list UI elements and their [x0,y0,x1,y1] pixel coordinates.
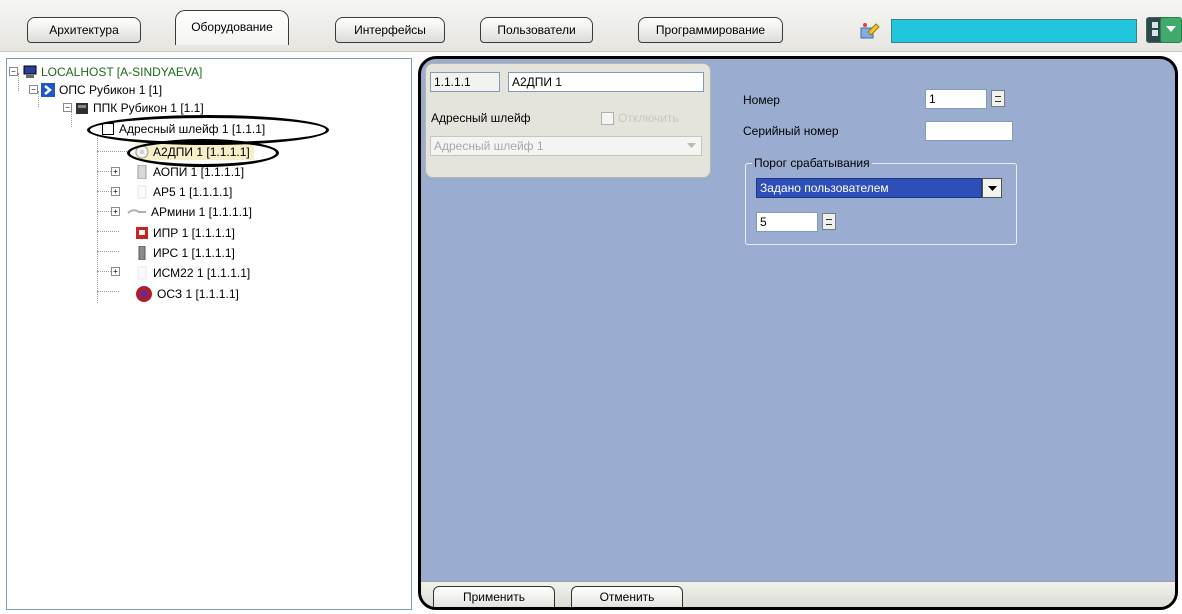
hardware-tree: − − − + + + + LOCALHOST [A-SINDYAEVA] ОП… [6,58,412,610]
threshold-group: Порог срабатывания Задано пользователем … [745,156,1017,245]
rubikon-icon [41,82,55,97]
number-field[interactable]: 1 [925,89,987,109]
action-bar: Применить Отменить [421,581,1175,607]
collapse-toggle-ops[interactable]: − [29,85,38,94]
expand-toggle-ism22[interactable]: + [111,267,120,276]
tree-item-localhost[interactable]: LOCALHOST [A-SINDYAEVA] [23,63,202,80]
tree-item-label: ИПР 1 [1.1.1.1] [153,225,235,240]
dropdown-button[interactable] [1160,17,1182,43]
disable-checkbox[interactable] [601,112,614,125]
device-icon [127,205,147,219]
device-icon [135,266,149,280]
computer-icon [23,65,37,79]
apply-button[interactable]: Применить [433,586,555,607]
tree-item-ism22[interactable]: ИСМ22 1 [1.1.1.1] [135,264,250,281]
tree-item-label: ОПС Рубикон 1 [1] [59,82,163,97]
number-label: Номер [743,93,780,107]
tree-item-ppk[interactable]: ППК Рубикон 1 [1.1] [75,99,204,116]
collapse-toggle-root[interactable]: − [9,67,18,76]
tree-item-label: АРмини 1 [1.1.1.1] [151,204,252,219]
threshold-mode-select[interactable]: Задано пользователем [756,178,982,198]
tab-interfaces[interactable]: Интерфейсы [335,17,445,43]
expand-toggle-armini[interactable]: + [111,207,120,216]
threshold-spinner[interactable] [822,213,836,230]
number-spinner[interactable] [991,90,1005,107]
device-icon [135,185,149,199]
device-icon [135,245,149,260]
serial-label: Серийный номер [743,124,839,138]
device-icon [135,164,149,179]
expand-toggle-ar5[interactable]: + [111,187,120,196]
chevron-down-icon [1165,23,1177,37]
siren-icon [135,285,153,303]
tree-item-osz[interactable]: ОСЗ 1 [1.1.1.1] [135,285,239,302]
search-input[interactable] [891,19,1137,43]
tree-item-ar5[interactable]: АР5 1 [1.1.1.1] [135,183,232,200]
threshold-group-label: Порог срабатывания [752,156,872,170]
parent-select[interactable]: Адресный шлейф 1 [430,136,702,156]
object-id-field[interactable]: 1.1.1.1 [430,72,500,92]
parent-label: Адресный шлейф [431,111,531,125]
manual-call-point-icon [135,226,149,240]
tree-item-label: ИРС 1 [1.1.1.1] [153,245,235,260]
chevron-down-icon [987,181,997,195]
tree-item-label: ОСЗ 1 [1.1.1.1] [157,286,239,301]
tab-programming[interactable]: Программирование [638,17,783,43]
settings-panel: 1.1.1.1 А2ДПИ 1 Адресный шлейф Отключить… [418,56,1178,610]
threshold-value-field[interactable]: 5 [756,212,818,232]
collapse-toggle-ppk[interactable]: − [63,103,72,112]
object-card: 1.1.1.1 А2ДПИ 1 Адресный шлейф Отключить… [425,63,711,178]
disable-label: Отключить [618,111,679,125]
tree-item-label: LOCALHOST [A-SINDYAEVA] [41,64,203,79]
threshold-mode-dropdown[interactable] [982,178,1002,198]
tree-item-label: ППК Рубикон 1 [1.1] [93,100,204,115]
object-name-field[interactable]: А2ДПИ 1 [508,72,704,92]
tree-item-label: ИСМ22 1 [1.1.1.1] [153,265,251,280]
tab-users[interactable]: Пользователи [480,17,593,43]
tree-item-irs[interactable]: ИРС 1 [1.1.1.1] [135,244,235,261]
tab-bar: Архитектура Оборудование Интерфейсы Поль… [0,0,1182,52]
expand-toggle-aopi[interactable]: + [111,167,120,176]
tab-equipment[interactable]: Оборудование [175,10,289,45]
edit-icon[interactable] [860,22,880,40]
tree-item-armini[interactable]: АРмини 1 [1.1.1.1] [127,203,252,220]
cancel-button[interactable]: Отменить [571,586,683,607]
serial-number-field[interactable] [925,121,1013,141]
tree-item-ipr[interactable]: ИПР 1 [1.1.1.1] [135,224,235,241]
tree-item-label: АР5 1 [1.1.1.1] [153,184,233,199]
chevron-down-icon [682,137,701,155]
tab-architecture[interactable]: Архитектура [27,17,141,43]
tree-item-ops[interactable]: ОПС Рубикон 1 [1] [41,81,162,98]
control-panel-icon [75,101,89,115]
highlight-ellipse [127,139,279,167]
